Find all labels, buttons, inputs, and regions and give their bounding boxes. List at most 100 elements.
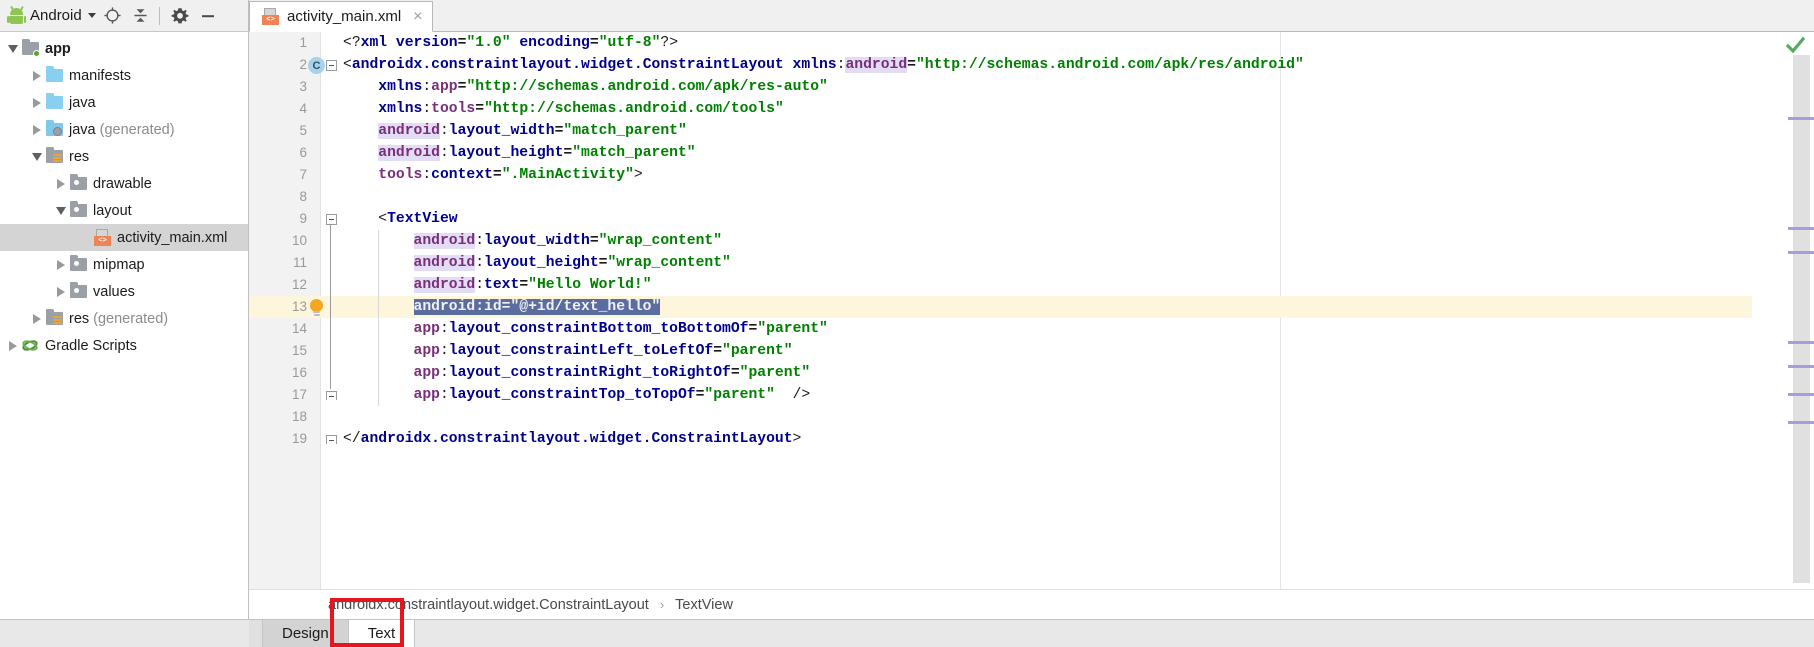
code-line[interactable]: 13 android:id="@+id/text_hello" [249, 296, 1814, 318]
tab-design[interactable]: Design [263, 620, 349, 647]
scrollbar-occurrence-marker[interactable] [1788, 421, 1814, 424]
tree-item-label: res [69, 148, 90, 165]
class-marker-badge[interactable]: C [308, 57, 325, 74]
generated-gear-icon [53, 127, 62, 136]
tree-item-res[interactable]: res (generated) [0, 305, 248, 332]
chevron-down-icon[interactable] [52, 197, 69, 224]
chevron-right-icon[interactable] [52, 170, 69, 197]
code-line-text[interactable]: tools:context=".MainActivity"> [343, 164, 642, 186]
code-line[interactable]: 14 app:layout_constraintBottom_toBottomO… [249, 318, 1814, 340]
code-line-text[interactable]: <?xml version="1.0" encoding="utf-8"?> [343, 32, 678, 54]
tree-item-label: java [69, 94, 96, 111]
code-line[interactable]: 16 app:layout_constraintRight_toRightOf=… [249, 362, 1814, 384]
scrollbar-occurrence-marker[interactable] [1788, 341, 1814, 344]
tree-item-sublabel: (generated) [99, 121, 175, 138]
tree-item-java[interactable]: java [0, 89, 248, 116]
line-number: 6 [299, 145, 307, 160]
code-line-text[interactable]: android:id="@+id/text_hello" [343, 296, 661, 318]
tree-item-gradle-scripts[interactable]: Gradle Scripts [0, 332, 248, 359]
code-surface[interactable]: 1 <?xml version="1.0" encoding="utf-8"?> 2… [249, 32, 1814, 589]
breadcrumb-leaf[interactable]: TextView [675, 597, 733, 613]
code-line-text[interactable]: android:layout_width="match_parent" [343, 120, 687, 142]
fold-toggle-root[interactable] [325, 59, 338, 72]
tree-item-java[interactable]: java (generated) [0, 116, 248, 143]
line-number: 14 [291, 321, 307, 336]
tree-item-activity-main-xml[interactable]: <> activity_main.xml [0, 224, 248, 251]
settings-button[interactable] [167, 3, 193, 29]
editor-tab-activity-main-xml[interactable]: <> activity_main.xml × [249, 1, 433, 32]
code-line-text[interactable]: app:layout_constraintBottom_toBottomOf="… [343, 318, 828, 340]
code-line-text[interactable]: android:layout_height="wrap_content" [343, 252, 731, 274]
hide-panel-button[interactable] [195, 3, 221, 29]
code-line-text[interactable]: xmlns:tools="http://schemas.android.com/… [343, 98, 784, 120]
project-view-selector[interactable]: Android [6, 6, 98, 24]
collapse-all-button[interactable] [128, 3, 154, 29]
scrollbar-occurrence-marker[interactable] [1788, 251, 1814, 254]
fold-toggle-textview[interactable] [325, 213, 338, 226]
tree-item-app[interactable]: app [0, 35, 248, 62]
code-line-text[interactable]: app:layout_constraintTop_toTopOf="parent… [343, 384, 811, 406]
tab-text[interactable]: Text [348, 620, 416, 647]
code-line-text[interactable]: <TextView [343, 208, 457, 230]
code-line[interactable]: 8 [249, 186, 1814, 208]
code-line-text[interactable]: xmlns:app="http://schemas.android.com/ap… [343, 76, 828, 98]
locate-target-icon [104, 7, 121, 24]
folder-dot-icon [74, 288, 79, 293]
scrollbar-occurrence-marker[interactable] [1788, 393, 1814, 396]
code-line-text[interactable]: android:text="Hello World!" [343, 274, 652, 296]
code-line[interactable]: 11 android:layout_height="wrap_content" [249, 252, 1814, 274]
tree-item-values[interactable]: values [0, 278, 248, 305]
chevron-right-icon[interactable] [28, 305, 45, 332]
chevron-right-icon[interactable] [52, 278, 69, 305]
tree-item-res[interactable]: res [0, 143, 248, 170]
code-line[interactable]: 12 android:text="Hello World!" [249, 274, 1814, 296]
code-line[interactable]: 2 <androidx.constraintlayout.widget.Const… [249, 54, 1814, 76]
chevron-right-icon[interactable] [28, 62, 45, 89]
fold-region-end-root[interactable] [325, 433, 338, 446]
code-line[interactable]: 4 xmlns:tools="http://schemas.android.co… [249, 98, 1814, 120]
close-tab-icon[interactable]: × [413, 8, 422, 25]
intention-bulb-icon[interactable] [307, 298, 327, 318]
code-editor[interactable]: 1 <?xml version="1.0" encoding="utf-8"?> 2… [249, 32, 1814, 589]
code-line[interactable]: 5 android:layout_width="match_parent" [249, 120, 1814, 142]
code-line-text[interactable]: <androidx.constraintlayout.widget.Constr… [343, 54, 1304, 76]
locate-target-button[interactable] [100, 3, 126, 29]
code-line[interactable]: 18 [249, 406, 1814, 428]
code-line[interactable]: 1 <?xml version="1.0" encoding="utf-8"?> [249, 32, 1814, 54]
tree-item-manifests[interactable]: manifests [0, 62, 248, 89]
chevron-right-icon[interactable] [52, 251, 69, 278]
editor-scrollbar[interactable] [1788, 55, 1814, 583]
code-line-text[interactable]: android:layout_width="wrap_content" [343, 230, 722, 252]
tree-item-mipmap[interactable]: mipmap [0, 251, 248, 278]
chevron-down-icon[interactable] [4, 35, 21, 62]
chevron-down-icon[interactable] [28, 143, 45, 170]
line-number: 9 [299, 211, 307, 226]
tree-item-layout[interactable]: layout [0, 197, 248, 224]
code-line-text[interactable]: </androidx.constraintlayout.widget.Const… [343, 428, 801, 450]
scrollbar-occurrence-marker[interactable] [1788, 365, 1814, 368]
chevron-right-icon[interactable] [28, 89, 45, 116]
code-line-text[interactable]: android:layout_height="match_parent" [343, 142, 696, 164]
tree-item-label: app [45, 40, 71, 57]
code-line[interactable]: 17 app:layout_constraintTop_toTopOf="par… [249, 384, 1814, 406]
code-line[interactable]: 10 android:layout_width="wrap_content" [249, 230, 1814, 252]
tree-item-drawable[interactable]: drawable [0, 170, 248, 197]
fold-region-end-textview[interactable] [325, 389, 338, 402]
code-line[interactable]: 7 tools:context=".MainActivity"> [249, 164, 1814, 186]
code-line[interactable]: 19 </androidx.constraintlayout.widget.Con… [249, 428, 1814, 450]
breadcrumb-root[interactable]: androidx.constraintlayout.widget.Constra… [328, 597, 649, 613]
tree-item-label: values [93, 283, 135, 300]
code-line-text[interactable]: app:layout_constraintLeft_toLeftOf="pare… [343, 340, 793, 362]
inspection-ok-icon[interactable] [1785, 36, 1806, 55]
code-line[interactable]: 9 <TextView [249, 208, 1814, 230]
scrollbar-occurrence-marker[interactable] [1788, 117, 1814, 120]
chevron-right-icon[interactable] [28, 116, 45, 143]
tree-item-label: activity_main.xml [117, 229, 228, 246]
code-line[interactable]: 15 app:layout_constraintLeft_toLeftOf="p… [249, 340, 1814, 362]
code-line[interactable]: 6 android:layout_height="match_parent" [249, 142, 1814, 164]
chevron-right-icon[interactable] [4, 332, 21, 359]
code-line-text[interactable]: app:layout_constraintRight_toRightOf="pa… [343, 362, 811, 384]
scrollbar-occurrence-marker[interactable] [1788, 227, 1814, 230]
code-line[interactable]: 3 xmlns:app="http://schemas.android.com/… [249, 76, 1814, 98]
project-tree[interactable]: app manifests java java (generated) res drawab… [0, 32, 248, 647]
